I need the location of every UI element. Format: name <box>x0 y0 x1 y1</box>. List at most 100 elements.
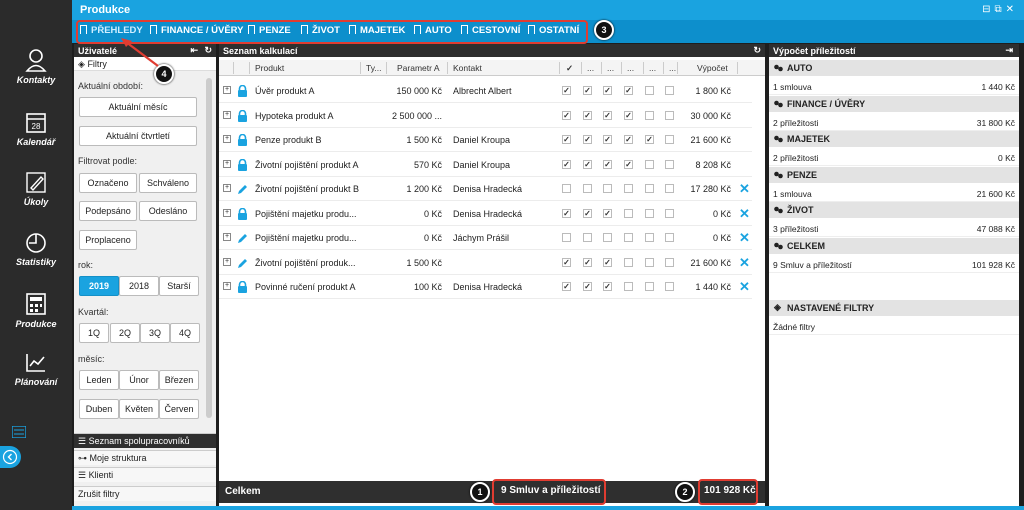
row-checkbox[interactable] <box>645 282 654 291</box>
row-checkbox[interactable]: ✓ <box>583 86 592 95</box>
row-checkbox[interactable]: ✓ <box>583 110 592 120</box>
delete-row-button[interactable]: ✕ <box>739 255 750 271</box>
month-leden-button[interactable]: Leden <box>79 370 119 390</box>
nav-planovani[interactable]: Plánování <box>0 350 72 410</box>
filter-proplaceno-button[interactable]: Proplaceno <box>79 230 137 250</box>
table-row[interactable]: + Úvěr produkt A 150 000 Kč Albrecht Albert… <box>219 79 752 103</box>
expand-row-icon[interactable]: + <box>223 282 231 290</box>
col-param[interactable]: Parametr A <box>397 63 440 73</box>
delete-row-button[interactable]: ✕ <box>739 206 750 222</box>
filter-schvaleno-button[interactable]: Schváleno <box>139 173 197 193</box>
row-checkbox[interactable]: ✓ <box>645 135 654 144</box>
row-checkbox[interactable]: ✓ <box>583 159 592 169</box>
nav-statistiky[interactable]: Statistiky <box>0 230 72 290</box>
row-checkbox[interactable]: ✓ <box>583 135 592 144</box>
refresh-icon[interactable]: ↻ <box>204 45 212 56</box>
opportunity-section[interactable]: AUTO <box>769 60 1019 76</box>
row-checkbox[interactable]: ✓ <box>603 86 612 95</box>
row-checkbox[interactable]: ✓ <box>603 110 612 120</box>
quarter-2q-button[interactable]: 2Q <box>110 323 140 343</box>
row-checkbox[interactable]: ✓ <box>603 159 612 169</box>
table-row[interactable]: + Povinné ručení produkt A 100 Kč Denisa Hr… <box>219 275 752 299</box>
collaborators-list-item[interactable]: ☰ Seznam spolupracovníků <box>74 433 216 448</box>
row-checkbox[interactable]: ✓ <box>562 282 571 291</box>
opportunity-section[interactable]: PENZE <box>769 166 1019 183</box>
row-checkbox[interactable] <box>665 159 674 169</box>
current-quarter-button[interactable]: Aktuální čtvrtletí <box>79 126 197 146</box>
row-checkbox[interactable]: ✓ <box>603 282 612 291</box>
year-2019-button[interactable]: 2019 <box>79 276 119 296</box>
expand-row-icon[interactable]: + <box>223 110 231 119</box>
row-checkbox[interactable] <box>583 184 592 193</box>
row-checkbox[interactable] <box>645 86 654 95</box>
row-checkbox[interactable]: ✓ <box>562 159 571 169</box>
row-checkbox[interactable] <box>665 110 674 120</box>
window-controls[interactable]: ⊟⧉✕ <box>982 4 1018 15</box>
row-checkbox[interactable] <box>645 257 654 267</box>
table-row[interactable]: + Pojištění majetku produ... 0 Kč Denisa Hr… <box>219 202 752 226</box>
row-checkbox[interactable] <box>645 208 654 218</box>
row-checkbox[interactable]: ✓ <box>562 257 571 267</box>
restore-icon[interactable]: ⧉ <box>994 4 1005 15</box>
row-checkbox[interactable] <box>665 208 674 218</box>
month-brezen-button[interactable]: Březen <box>159 370 199 390</box>
row-checkbox[interactable] <box>645 159 654 169</box>
nav-produkce[interactable]: Produkce <box>0 292 72 352</box>
row-checkbox[interactable]: ✓ <box>583 208 592 218</box>
col-ellipsis[interactable]: ... <box>607 63 614 73</box>
row-checkbox[interactable]: ✓ <box>624 159 633 169</box>
clients-item[interactable]: ☰ Klienti <box>74 467 216 482</box>
month-duben-button[interactable]: Duben <box>79 399 119 419</box>
row-checkbox[interactable] <box>665 233 674 242</box>
month-kveten-button[interactable]: Květen <box>119 399 159 419</box>
row-checkbox[interactable]: ✓ <box>562 110 571 120</box>
delete-row-button[interactable]: ✕ <box>739 181 750 197</box>
row-checkbox[interactable] <box>583 233 592 242</box>
row-checkbox[interactable] <box>665 135 674 144</box>
col-ellipsis[interactable]: ... <box>649 63 656 73</box>
row-checkbox[interactable] <box>665 184 674 193</box>
col-ellipsis[interactable]: ... <box>669 63 676 73</box>
row-checkbox[interactable] <box>624 257 633 267</box>
opportunity-section[interactable]: FINANCE / ÚVĚRY <box>769 95 1019 112</box>
col-ellipsis[interactable]: ... <box>627 63 634 73</box>
row-checkbox[interactable]: ✓ <box>624 86 633 95</box>
row-checkbox[interactable] <box>603 233 612 242</box>
row-checkbox[interactable] <box>665 282 674 291</box>
row-checkbox[interactable]: ✓ <box>583 257 592 267</box>
row-checkbox[interactable] <box>645 110 654 120</box>
row-checkbox[interactable] <box>665 257 674 267</box>
filter-odeslano-button[interactable]: Odesláno <box>139 201 197 221</box>
row-checkbox[interactable] <box>665 86 674 95</box>
table-row[interactable]: + Hypoteka produkt A 2 500 000 ... ✓ ✓ ✓ ✓ 30 0… <box>219 104 752 128</box>
expand-row-icon[interactable]: + <box>223 257 231 266</box>
row-checkbox[interactable] <box>645 233 654 242</box>
my-structure-item[interactable]: ⊶ Moje struktura <box>74 450 216 465</box>
current-month-button[interactable]: Aktuální měsíc <box>79 97 197 117</box>
close-icon[interactable]: ✕ <box>1006 4 1018 15</box>
table-row[interactable]: + Životní pojištění produkt B 1 200 Kč Deni… <box>219 177 752 201</box>
row-checkbox[interactable] <box>562 233 571 242</box>
row-checkbox[interactable]: ✓ <box>603 208 612 218</box>
quarter-1q-button[interactable]: 1Q <box>79 323 109 343</box>
row-checkbox[interactable] <box>624 184 633 193</box>
year-older-button[interactable]: Starší <box>159 276 199 296</box>
minimize-icon[interactable]: ⊟ <box>982 4 994 15</box>
row-checkbox[interactable] <box>645 184 654 193</box>
row-checkbox[interactable] <box>562 184 571 193</box>
filter-oznaceno-button[interactable]: Označeno <box>79 173 137 193</box>
year-2018-button[interactable]: 2018 <box>119 276 159 296</box>
expand-row-icon[interactable]: + <box>223 233 231 241</box>
collapse-right-icon[interactable]: ⇥ <box>1005 45 1013 56</box>
col-ellipsis[interactable]: ... <box>587 63 594 73</box>
row-checkbox[interactable]: ✓ <box>562 86 571 95</box>
expand-row-icon[interactable]: + <box>223 135 231 143</box>
opportunity-section[interactable]: MAJETEK <box>769 131 1019 147</box>
quarter-4q-button[interactable]: 4Q <box>170 323 200 343</box>
list-icon[interactable] <box>12 426 26 438</box>
row-checkbox[interactable]: ✓ <box>562 208 571 218</box>
expand-row-icon[interactable]: + <box>223 86 231 94</box>
table-row[interactable]: + Životní pojištění produkt A 570 Kč Daniel… <box>219 153 752 177</box>
col-price[interactable]: Výpočet <box>697 63 728 73</box>
row-checkbox[interactable] <box>603 184 612 193</box>
